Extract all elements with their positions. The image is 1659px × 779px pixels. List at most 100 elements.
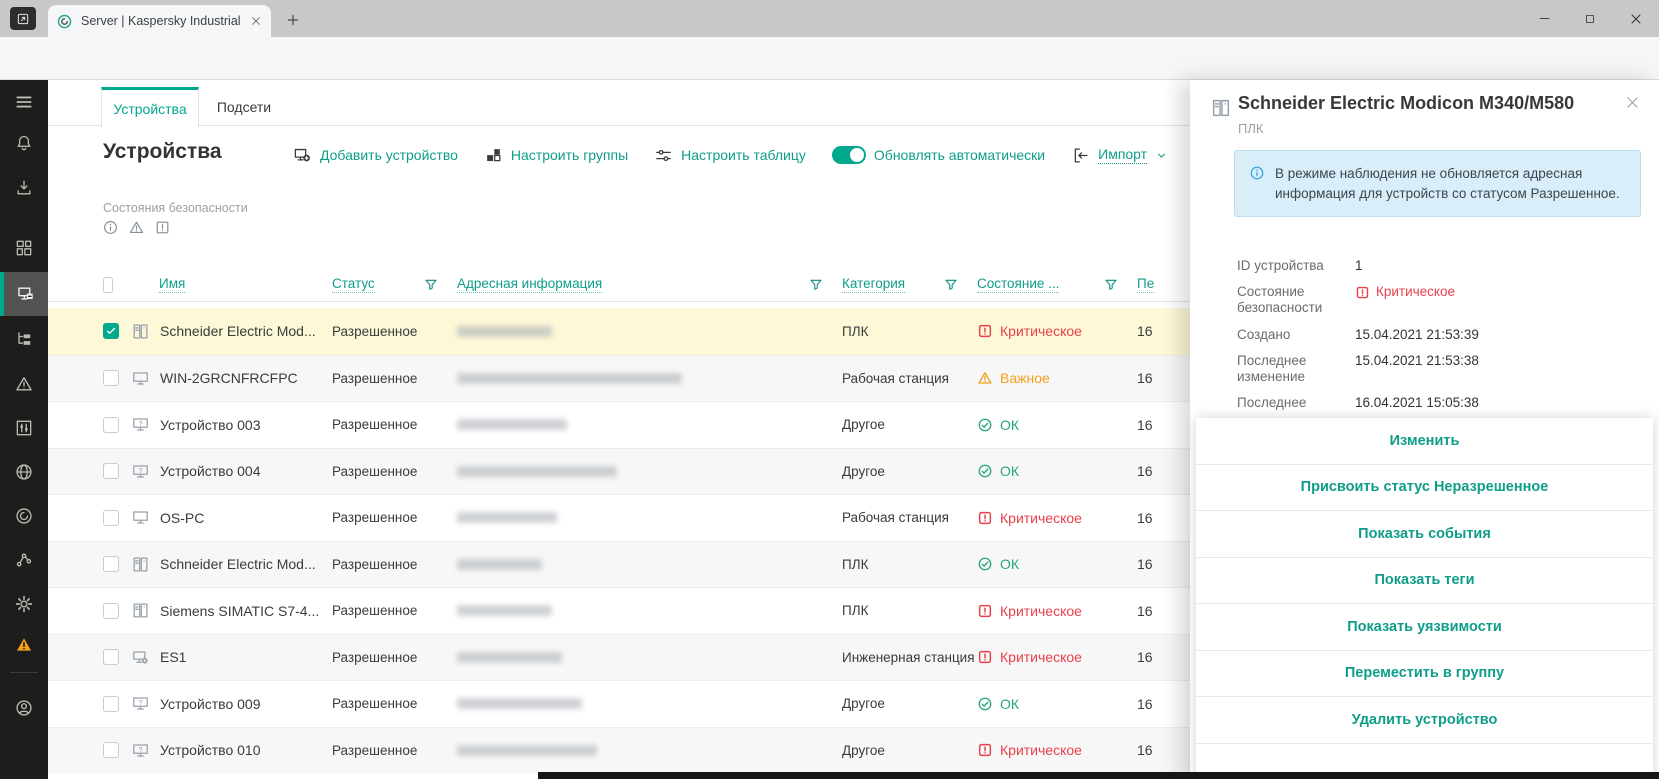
category-cell: Другое xyxy=(842,743,977,758)
filter-icon-status[interactable] xyxy=(423,277,439,293)
column-label-category[interactable]: Категория xyxy=(842,276,905,293)
critical-state-icon[interactable] xyxy=(154,219,171,236)
column-label-address[interactable]: Адресная информация xyxy=(457,276,602,293)
last-seen-cell: 16 xyxy=(1137,417,1190,433)
info-state-icon[interactable] xyxy=(102,219,119,236)
info-banner: В режиме наблюдения не обновляется адрес… xyxy=(1234,150,1641,217)
row-checkbox[interactable] xyxy=(103,510,119,526)
device-name: Устройство 003 xyxy=(160,417,261,433)
configure-table-button[interactable]: Настроить таблицу xyxy=(654,146,806,165)
tab-close-icon[interactable] xyxy=(249,14,263,28)
context-menu: ИзменитьПрисвоить статус НеразрешенноеПо… xyxy=(1196,418,1653,779)
column-label-last[interactable]: Пе xyxy=(1137,276,1154,293)
tab-subnets[interactable]: Подсети xyxy=(199,87,289,127)
tab-devices[interactable]: Устройства xyxy=(101,87,199,127)
sidebar-item-devices[interactable] xyxy=(0,272,48,316)
sidebar-item-dashboard[interactable] xyxy=(0,226,48,270)
toolbar-label: Импорт xyxy=(1098,146,1147,164)
table-row[interactable]: ?Устройство 009РазрешенноеДругоеОК16 xyxy=(48,680,1190,727)
maximize-button[interactable] xyxy=(1567,0,1613,37)
auto-update-toggle[interactable] xyxy=(832,146,866,164)
row-checkbox[interactable] xyxy=(103,742,119,758)
sidebar-item-structure[interactable] xyxy=(0,317,48,361)
chevron-down-icon xyxy=(1155,149,1168,162)
menu-item[interactable]: Показать уязвимости xyxy=(1196,604,1653,651)
menu-item[interactable]: Показать теги xyxy=(1196,558,1653,605)
sidebar-item-account[interactable] xyxy=(0,686,48,730)
svg-text:?: ? xyxy=(139,699,143,707)
minimize-button[interactable] xyxy=(1521,0,1567,37)
table-row[interactable]: Schneider Electric Mod...РазрешенноеПЛКК… xyxy=(48,308,1190,355)
close-window-button[interactable] xyxy=(1613,0,1659,37)
redacted-address xyxy=(457,745,597,756)
row-checkbox[interactable] xyxy=(103,649,119,665)
column-label-name[interactable]: Имя xyxy=(159,276,185,293)
select-all-checkbox[interactable] xyxy=(103,277,113,293)
critical-icon xyxy=(977,603,993,619)
table-row[interactable]: ?Устройство 003РазрешенноеДругоеОК16 xyxy=(48,401,1190,448)
warning-state-icon[interactable] xyxy=(128,219,145,236)
sidebar-item-updates[interactable] xyxy=(0,166,48,210)
new-tab-button[interactable] xyxy=(282,9,304,31)
sidebar-item-control[interactable] xyxy=(0,406,48,450)
table-row[interactable]: ES1РазрешенноеИнженерная станцияКритичес… xyxy=(48,634,1190,681)
column-label-state[interactable]: Состояние ... xyxy=(977,276,1059,293)
menu-item[interactable]: Изменить xyxy=(1196,418,1653,465)
table-row[interactable]: OS-PCРазрешенноеРабочая станцияКритическ… xyxy=(48,494,1190,541)
row-checkbox[interactable] xyxy=(103,696,119,712)
row-checkbox[interactable] xyxy=(103,463,119,479)
row-checkbox[interactable] xyxy=(103,603,119,619)
sidebar-item-notifications[interactable] xyxy=(0,121,48,165)
import-button[interactable]: Импорт xyxy=(1071,146,1168,165)
status-cell: Разрешенное xyxy=(332,324,457,339)
filter-icon-address[interactable] xyxy=(808,277,824,293)
sidebar-item-process-control[interactable] xyxy=(0,494,48,538)
last-seen-cell: 16 xyxy=(1137,696,1190,712)
security-state-cell: Критическое xyxy=(977,323,1137,339)
filter-icon-state[interactable] xyxy=(1103,277,1119,293)
toolbar-label: Обновлять автоматически xyxy=(874,147,1045,163)
table-row[interactable]: ?Устройство 004РазрешенноеДругоеОК16 xyxy=(48,448,1190,495)
browser-app-button[interactable] xyxy=(10,7,36,30)
security-state-label: ОК xyxy=(1000,463,1019,479)
sidebar-item-menu[interactable] xyxy=(0,80,48,124)
device-name-cell: Schneider Electric Mod... xyxy=(131,555,332,574)
status-cell: Разрешенное xyxy=(332,417,457,432)
sidebar-item-network[interactable] xyxy=(0,450,48,494)
table-row[interactable]: Schneider Electric Mod...РазрешенноеПЛКО… xyxy=(48,541,1190,588)
detail-label: Последнее xyxy=(1237,395,1345,411)
sidebar-item-alerts[interactable] xyxy=(0,623,48,667)
download-icon xyxy=(14,178,34,198)
table-row[interactable]: Siemens SIMATIC S7-4...РазрешенноеПЛККри… xyxy=(48,587,1190,634)
row-checkbox[interactable] xyxy=(103,417,119,433)
menu-item[interactable]: Присвоить статус Неразрешенное xyxy=(1196,465,1653,512)
browser-tab[interactable]: Server | Kaspersky Industrial Cyb xyxy=(48,5,271,37)
redacted-address xyxy=(457,652,562,663)
sidebar-item-topology[interactable] xyxy=(0,538,48,582)
column-label-status[interactable]: Статус xyxy=(332,276,375,293)
security-state-cell: ОК xyxy=(977,417,1137,433)
configure-groups-button[interactable]: Настроить группы xyxy=(484,146,628,165)
sidebar-divider xyxy=(10,672,38,673)
panel-close-icon[interactable] xyxy=(1624,94,1641,111)
row-checkbox[interactable] xyxy=(103,323,119,339)
filter-icon-category[interactable] xyxy=(943,277,959,293)
detail-label: ID устройства xyxy=(1237,258,1345,274)
panel-title: Schneider Electric Modicon M340/M580 xyxy=(1238,93,1615,114)
menu-item[interactable]: Переместить в группу xyxy=(1196,651,1653,698)
table-row[interactable]: ?Устройство 010РазрешенноеДругоеКритичес… xyxy=(48,727,1190,774)
sidebar-item-settings[interactable] xyxy=(0,582,48,626)
menu-item[interactable]: Показать события xyxy=(1196,511,1653,558)
plc-icon xyxy=(131,601,150,620)
plc-icon xyxy=(131,555,150,574)
security-state-cell: Критическое xyxy=(977,742,1137,758)
menu-item[interactable]: Удалить устройство xyxy=(1196,697,1653,744)
table-header: Имя Статус Адресная информация Категория Сос… xyxy=(48,268,1190,302)
sidebar-item-events[interactable] xyxy=(0,362,48,406)
row-checkbox[interactable] xyxy=(103,556,119,572)
row-checkbox[interactable] xyxy=(103,370,119,386)
add-device-button[interactable]: Добавить устройство xyxy=(293,146,458,165)
column-header-last: Пе xyxy=(1137,268,1190,301)
auto-update-button[interactable]: Обновлять автоматически xyxy=(832,146,1045,164)
table-row[interactable]: WIN-2GRCNFRCFPCРазрешенноеРабочая станци… xyxy=(48,355,1190,402)
